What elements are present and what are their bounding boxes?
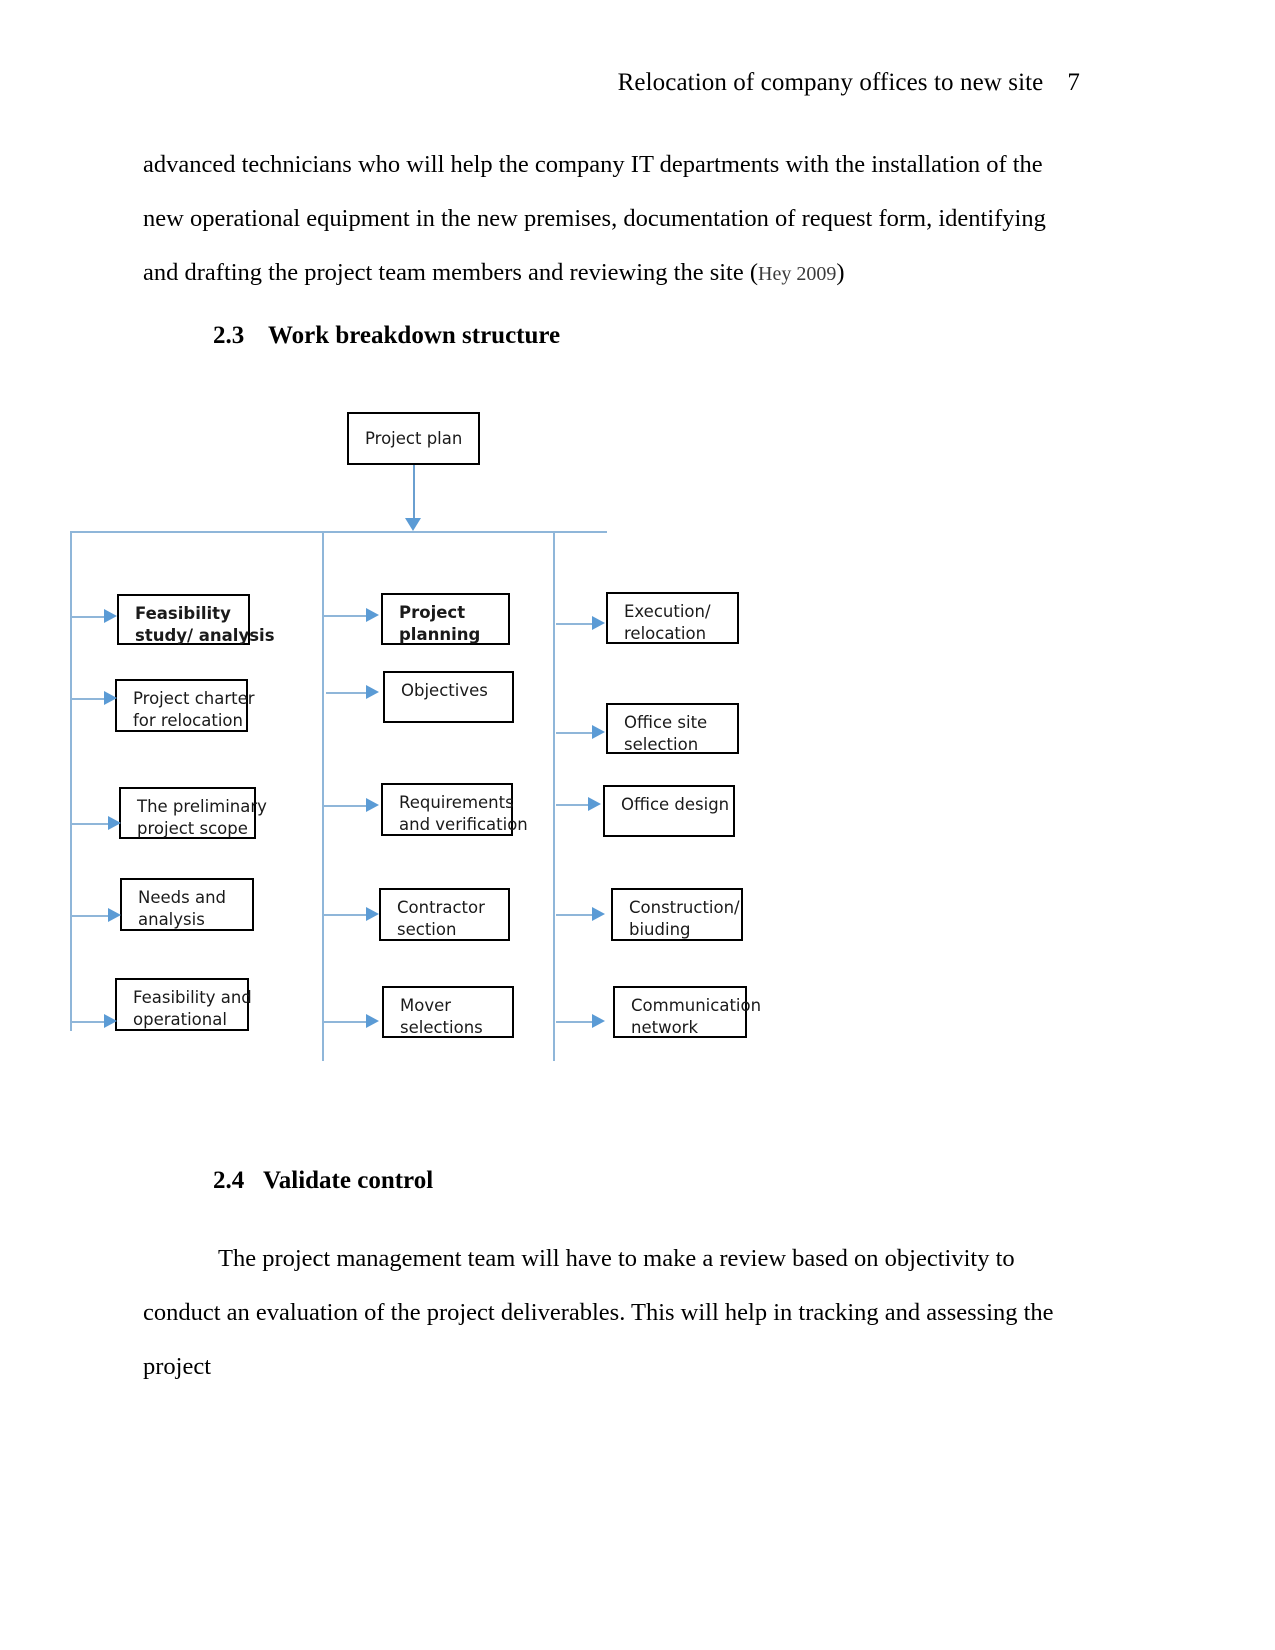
wbs-box-execution-relocation: Execution/ relocation <box>606 592 739 644</box>
page-number: 7 <box>1067 69 1080 96</box>
connector-c3-b1 <box>556 623 594 625</box>
wbs-box-project-planning: Project planning <box>381 593 510 645</box>
connector-c2-b1 <box>324 615 368 617</box>
connector-c2-b5-arrowhead <box>366 1014 379 1028</box>
connector-c1-b5 <box>70 1021 106 1023</box>
heading-2-3-number: 2.3 <box>213 322 245 349</box>
wbs-box-requirements-verification: Requirements and verification <box>381 783 528 836</box>
wbs-box-office-site-selection: Office site selection <box>606 703 739 754</box>
connector-c3-b1-arrowhead <box>592 616 605 630</box>
connector-root-vertical <box>413 465 415 523</box>
wbs-box-label-line1: Objectives <box>401 681 488 700</box>
wbs-box-label-line2: planning <box>399 625 481 644</box>
wbs-box-label-line1: Construction/ <box>629 898 740 917</box>
connector-spine-horizontal <box>70 531 607 533</box>
connector-c2-b2 <box>326 692 368 694</box>
connector-c2-b4 <box>324 914 368 916</box>
paragraph-validate-control-text: The project management team will have to… <box>143 1245 1054 1380</box>
connector-c1-b1-arrowhead <box>104 609 117 623</box>
wbs-box-preliminary-scope: The preliminary project scope <box>119 787 267 839</box>
connector-c1-b5-arrowhead <box>104 1014 117 1028</box>
wbs-box-label-line2: network <box>631 1018 699 1037</box>
connector-c3-b5 <box>556 1021 594 1023</box>
connector-c2-b3-arrowhead <box>366 798 379 812</box>
work-breakdown-structure-diagram: Project plan Feasibility study/ analysis… <box>0 395 1275 1075</box>
connector-column-1-spine <box>70 531 72 1031</box>
connector-c3-b3 <box>556 804 590 806</box>
connector-c1-b2-arrowhead <box>104 691 117 705</box>
wbs-box-label-line2: section <box>397 920 457 939</box>
connector-c3-b2 <box>556 732 594 734</box>
connector-c2-b3 <box>324 805 368 807</box>
wbs-box-label-line1: Office design <box>621 795 730 814</box>
connector-c3-b5-arrowhead <box>592 1014 605 1028</box>
wbs-box-needs-analysis: Needs and analysis <box>120 878 254 931</box>
wbs-box-label-line1: The preliminary <box>137 797 267 816</box>
connector-c2-b4-arrowhead <box>366 907 379 921</box>
wbs-box-office-design: Office design <box>603 785 735 837</box>
connector-c2-b2-arrowhead <box>366 685 379 699</box>
wbs-box-objectives: Objectives <box>383 671 514 723</box>
wbs-box-label-line1: Office site <box>624 713 708 732</box>
wbs-box-label-line2: selections <box>400 1018 483 1037</box>
connector-c3-b2-arrowhead <box>592 725 605 739</box>
wbs-box-label-line1: Project <box>399 603 466 622</box>
citation-hey-2009: Hey 2009 <box>758 263 837 285</box>
document-page: Relocation of company offices to new sit… <box>0 0 1275 1650</box>
paragraph-intro-text: advanced technicians who will help the c… <box>143 151 1046 286</box>
running-header: Relocation of company offices to new sit… <box>140 68 1080 98</box>
wbs-box-label-line2: operational <box>133 1010 227 1029</box>
heading-2-4: 2.4 Validate control <box>213 1167 433 1195</box>
wbs-box-project-charter: Project charter for relocation <box>115 679 255 732</box>
connector-c1-b4 <box>70 915 110 917</box>
wbs-box-label-line1: Communication <box>631 996 762 1015</box>
wbs-box-label-line1: Requirements <box>399 793 514 812</box>
wbs-box-communication-network: Communication network <box>613 986 762 1038</box>
connector-c3-b4-arrowhead <box>592 907 605 921</box>
wbs-box-label-line2: biuding <box>629 920 691 939</box>
wbs-box-label-line1: Contractor <box>397 898 485 917</box>
connector-root-arrowhead <box>405 518 421 531</box>
wbs-box-label-line2: for relocation <box>133 711 243 730</box>
wbs-box-label: Project plan <box>365 429 463 448</box>
citation-close-paren: ) <box>836 259 845 286</box>
wbs-box-label-line2: selection <box>624 735 699 754</box>
wbs-box-contractor-section: Contractor section <box>379 888 510 941</box>
connector-c3-b3-arrowhead <box>588 797 601 811</box>
paragraph-validate-control: The project management team will have to… <box>143 1232 1068 1394</box>
heading-2-4-number: 2.4 <box>213 1167 245 1194</box>
wbs-box-label-line2: study/ analysis <box>135 626 275 645</box>
wbs-box-label-line2: and verification <box>399 815 528 834</box>
connector-c1-b1 <box>70 616 106 618</box>
heading-2-3: 2.3 Work breakdown structure <box>213 322 560 350</box>
connector-c3-b4 <box>556 914 594 916</box>
wbs-box-label-line1: Needs and <box>138 888 227 907</box>
wbs-box-construction-building: Construction/ biuding <box>611 888 743 941</box>
wbs-box-mover-selections: Mover selections <box>382 986 514 1038</box>
wbs-box-label-line2: analysis <box>138 910 205 929</box>
heading-2-4-title: Validate control <box>263 1167 434 1194</box>
connector-c1-b2 <box>70 698 106 700</box>
connector-c1-b4-arrowhead <box>108 908 121 922</box>
wbs-box-label-line1: Execution/ <box>624 602 711 621</box>
connector-column-3-spine <box>553 531 555 1061</box>
wbs-box-label-line1: Feasibility <box>135 604 231 623</box>
connector-c1-b3-arrowhead <box>108 816 121 830</box>
connector-column-2-spine <box>322 531 324 1061</box>
paragraph-intro: advanced technicians who will help the c… <box>143 138 1068 301</box>
wbs-box-label-line2: relocation <box>624 624 707 643</box>
wbs-box-label-line2: project scope <box>137 819 248 838</box>
wbs-box-label-line1: Feasibility and <box>133 988 252 1007</box>
wbs-box-label-line1: Project charter <box>133 689 255 708</box>
wbs-box-feasibility-study: Feasibility study/ analysis <box>117 594 275 645</box>
header-title: Relocation of company offices to new sit… <box>617 69 1044 96</box>
connector-c1-b3 <box>70 823 110 825</box>
wbs-box-label-line1: Mover <box>400 996 452 1015</box>
connector-c2-b5 <box>324 1021 368 1023</box>
heading-2-3-title: Work breakdown structure <box>268 322 561 349</box>
connector-c2-b1-arrowhead <box>366 608 379 622</box>
wbs-box-feasibility-operational: Feasibility and operational <box>115 978 252 1031</box>
wbs-box-project-plan: Project plan <box>347 412 480 465</box>
